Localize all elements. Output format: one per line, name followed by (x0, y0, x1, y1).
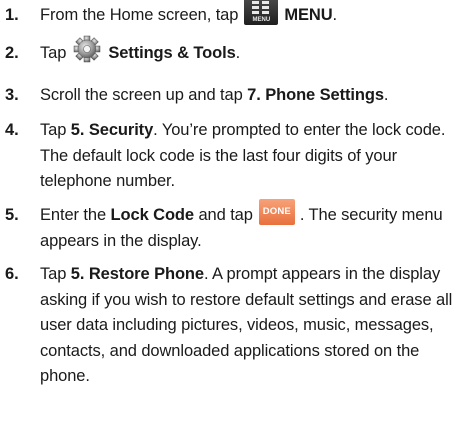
settings-gear-icon (72, 34, 102, 64)
security-label: 5. Security (70, 121, 154, 139)
step-5: 5. Enter the Lock Code and tap DONE. The … (0, 198, 460, 254)
step-number: 1. (5, 6, 19, 24)
step-number: 4. (5, 121, 19, 139)
step-number: 5. (5, 206, 19, 224)
step-2: 2. Tap Settings & Tools. (0, 35, 460, 67)
step-number: 6. (5, 265, 19, 283)
menu-icon-caption: MENU (252, 17, 271, 24)
menu-icon: MENU (244, 0, 279, 26)
step-text: From the Home screen, tap (40, 6, 239, 24)
step-1: 1. From the Home screen, tap MENU MENU. (0, 0, 460, 29)
step-3: 3. Scroll the screen up and tap 7. Phone… (0, 83, 460, 109)
step-4: 4. Tap 5. Security. You’re prompted to e… (0, 118, 460, 195)
settings-tools-label: Settings & Tools (108, 44, 236, 62)
restore-phone-label: 5. Restore Phone (70, 265, 204, 283)
step-number: 3. (5, 86, 19, 104)
lock-code-label: Lock Code (110, 206, 195, 224)
step-6: 6. Tap 5. Restore Phone. A prompt appear… (0, 262, 460, 390)
step-number: 2. (5, 44, 19, 62)
menu-label: MENU (284, 6, 333, 24)
instruction-list: 1. From the Home screen, tap MENU MENU. 2.… (0, 0, 468, 421)
done-icon: DONE (258, 198, 295, 225)
phone-settings-label: 7. Phone Settings (247, 86, 384, 104)
